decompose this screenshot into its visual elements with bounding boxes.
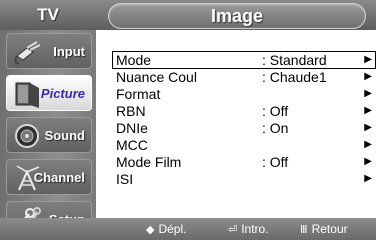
move-icon: ◆	[146, 224, 155, 236]
tv-label: TV	[37, 5, 59, 24]
return-icon: Ⅲ	[300, 224, 308, 236]
hint-enter: ⏎ Intro.	[228, 218, 269, 240]
speaker-icon	[15, 124, 39, 148]
sidebar: Input Picture Sound Channel	[0, 30, 96, 240]
menu-item-label: ISI	[116, 171, 134, 187]
menu-item-dnie[interactable]: DNIe : On ▶	[116, 120, 374, 136]
menu-item-isi[interactable]: ISI ▶	[116, 171, 374, 187]
menu-item-value: : Off	[262, 154, 289, 170]
hint-return: Ⅲ Retour	[300, 218, 348, 240]
hint-move: ◆ Dépl.	[146, 218, 186, 240]
picture-icon	[15, 82, 39, 108]
page-title: Image	[210, 6, 264, 26]
chevron-right-icon: ▶	[364, 54, 372, 65]
title-pill: Image	[108, 3, 366, 29]
menu-item-value: : Standard	[262, 52, 327, 68]
menu-item-value: : On	[262, 120, 289, 136]
menu-item-mode[interactable]: Mode : Standard ▶	[112, 51, 376, 69]
sidebar-item-label: Sound	[44, 128, 85, 143]
chevron-right-icon: ▶	[364, 88, 372, 99]
sidebar-item-input[interactable]: Input	[0, 30, 96, 72]
chevron-right-icon: ▶	[364, 139, 372, 150]
menu-panel: Mode : Standard ▶ Nuance Coul : Chaude1 …	[104, 34, 376, 206]
sidebar-item-label: Input	[53, 44, 85, 59]
chevron-right-icon: ▶	[364, 105, 372, 116]
hint-move-label: Dépl.	[158, 222, 187, 236]
menu-item-label: Format	[116, 86, 161, 102]
menu-item-mode-film[interactable]: Mode Film : Off ▶	[116, 154, 374, 170]
menu-item-format[interactable]: Format ▶	[116, 86, 374, 102]
chevron-right-icon: ▶	[364, 71, 372, 82]
chevron-right-icon: ▶	[364, 156, 372, 167]
menu-item-label: RBN	[116, 103, 146, 119]
osd-screen: TV Image Input Picture Sound Channel Mod…	[0, 0, 376, 240]
menu-item-label: DNIe	[116, 120, 148, 136]
menu-item-label: Mode	[116, 52, 152, 68]
sidebar-item-channel[interactable]: Channel	[0, 156, 96, 198]
plug-icon	[14, 41, 41, 65]
hint-bar: ◆ Dépl. ⏎ Intro. Ⅲ Retour	[0, 218, 376, 240]
menu-item-label: Mode Film	[116, 154, 182, 170]
sidebar-item-label: Picture	[40, 86, 85, 101]
hint-enter-label: Intro.	[241, 222, 269, 236]
selection-highlight	[112, 51, 376, 69]
top-bar: TV Image	[0, 0, 376, 30]
menu-item-nuance-coul[interactable]: Nuance Coul : Chaude1 ▶	[116, 69, 374, 85]
sidebar-item-label: Channel	[33, 170, 85, 185]
menu-item-rbn[interactable]: RBN : Off ▶	[116, 103, 374, 119]
chevron-right-icon: ▶	[364, 173, 372, 184]
panel-divider	[96, 30, 104, 218]
menu-item-value: : Chaude1	[262, 69, 327, 85]
menu-item-label: Nuance Coul	[116, 69, 197, 85]
chevron-right-icon: ▶	[364, 122, 372, 133]
menu-item-label: MCC	[116, 137, 148, 153]
menu-item-mcc[interactable]: MCC ▶	[116, 137, 374, 153]
sidebar-item-sound[interactable]: Sound	[0, 114, 96, 156]
sidebar-item-picture[interactable]: Picture	[0, 72, 96, 114]
menu-item-value: : Off	[262, 103, 289, 119]
hint-return-label: Retour	[311, 222, 348, 236]
enter-icon: ⏎	[228, 224, 238, 236]
